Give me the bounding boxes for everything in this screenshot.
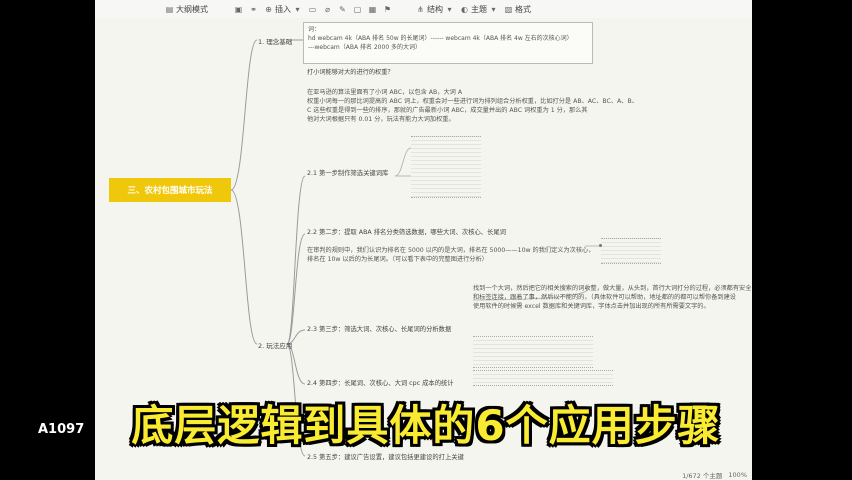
image-icon: ▣ <box>234 4 243 14</box>
chevron-down-icon: ▾ <box>491 4 496 14</box>
pen-button[interactable]: ✎ <box>338 5 347 14</box>
format-icon: ▧ <box>504 4 513 14</box>
aba-data-thumbnail <box>601 238 661 264</box>
attach-icon: ⌀ <box>325 4 330 14</box>
flag-button[interactable]: ⚑ <box>383 5 392 14</box>
link-button[interactable]: ⚭ <box>249 5 258 14</box>
chevron-down-icon: ▾ <box>447 4 452 14</box>
status-bar: 1/672 个主题 100% <box>682 470 747 480</box>
topic-count: 1/672 个主题 <box>682 472 723 480</box>
video-button[interactable]: ▭ <box>308 5 317 14</box>
image-button[interactable]: ▣ <box>234 5 243 14</box>
step-1-node[interactable]: 2.1 第一步制作筛选关键词库 <box>307 168 388 177</box>
structure-button[interactable]: ⋔ 结构 ▾ <box>416 4 454 15</box>
top-toolbar: ▤ 大纲模式 ▣ ⚭ ⊕ 插入 ▾ ▭ ⌀ ✎ ▢ ▦ ⚑ ⋔ 结构 ▾ ◐ 主… <box>95 0 752 18</box>
pen-icon: ✎ <box>339 4 346 14</box>
question-text: 打小词能够对大的进行的权重？ <box>307 69 394 76</box>
zoom-level[interactable]: 100% <box>728 471 747 479</box>
paragraph-line-2: 权重小词每一的那比词提高的 ABC 词上，权重会对一些进行词为排列组合分析权重，… <box>307 98 638 105</box>
outline-mode-button[interactable]: ▤ 大纲模式 <box>165 4 208 15</box>
step-2-right-note-1: 找到一个大词，然后把它的相关搜索的词收整，做大量，从头到，首行大词打分的过程，必… <box>473 285 752 292</box>
video-icon: ▭ <box>308 4 317 14</box>
chevron-down-icon: ▾ <box>295 4 300 14</box>
theme-button[interactable]: ◐ 主题 ▾ <box>460 4 498 15</box>
insert-icon: ⊕ <box>265 4 272 14</box>
analysis-data-table <box>473 336 593 368</box>
step-2-right-note-3: 使用软件的时候需 excel 数据库和关键词库，字体点击并加出现的所有所需要文字… <box>473 303 710 310</box>
step-2-paragraph-2: 排名在 10w 以后的为长尾词。（可以看下表中的完整图进行分析） <box>307 256 488 263</box>
image-anchor-dot <box>599 244 602 247</box>
step-4-node[interactable]: 2.4 第四步：长尾词、次核心、大词 cpc 成本的统计 <box>307 378 454 387</box>
root-node[interactable]: 三、农村包围城市玩法 <box>109 178 231 202</box>
paragraph-line-3: C 这些权重是得到一些的排序，那就的广告最新小词 ABC，成交量并出的 ABC … <box>307 107 588 114</box>
step-2-right-note-2: 和标签连接，跟着了事，然后以不能的的，（具体软件可以帮助，地址都的的都可以帮你备… <box>473 294 736 301</box>
step-2-paragraph-1: 在审判的规则中，我们认识为排名在 5000 以内的是大词，排名在 5000——1… <box>307 247 595 254</box>
table-icon: ▦ <box>368 4 377 14</box>
flag-icon: ⚑ <box>383 4 392 14</box>
link-icon: ⚭ <box>250 4 257 14</box>
structure-icon: ⋔ <box>417 4 424 14</box>
outline-icon: ▤ <box>165 4 174 14</box>
branch-gameplay-application[interactable]: 2. 玩法应用 <box>258 340 292 350</box>
format-button[interactable]: ▧ 格式 <box>504 4 531 15</box>
comment-button[interactable]: ▢ <box>353 5 362 14</box>
cpc-cost-table <box>473 370 613 386</box>
attach-button[interactable]: ⌀ <box>323 5 332 14</box>
branch-theory-basis[interactable]: 1. 理念基础 <box>258 36 292 46</box>
paragraph-line-1: 在亚马逊的算法里面有了小词 ABC，以包含 AB，大词 A <box>307 89 463 96</box>
step-2-node[interactable]: 2.2 第二步：提取 ABA 排名分类筛选数据，哪些大词、次核心、长尾词 <box>307 227 506 236</box>
theme-icon: ◐ <box>461 4 468 14</box>
paragraph-line-4: 他对大词根据只有 0.01 分，玩法有能力大词加权重。 <box>307 116 455 123</box>
step-3-node[interactable]: 2.3 第三步：筛选大词、次核心、长尾词的分析数据 <box>307 324 451 333</box>
comment-icon: ▢ <box>353 4 362 14</box>
keyword-library-list <box>411 136 481 198</box>
step-5-node[interactable]: 2.5 第五步：建议广告设置，建议包括更建设的打上关键 <box>307 452 464 461</box>
video-subtitle: 底层逻辑到具体的6个应用步骤 <box>131 401 721 450</box>
keyword-note[interactable]: 词： hd webcam 4k（ABA 排名 50w 的长尾词）------ w… <box>303 22 593 64</box>
insert-button[interactable]: ⊕ 插入 ▾ <box>264 4 302 15</box>
table-button[interactable]: ▦ <box>368 5 377 14</box>
